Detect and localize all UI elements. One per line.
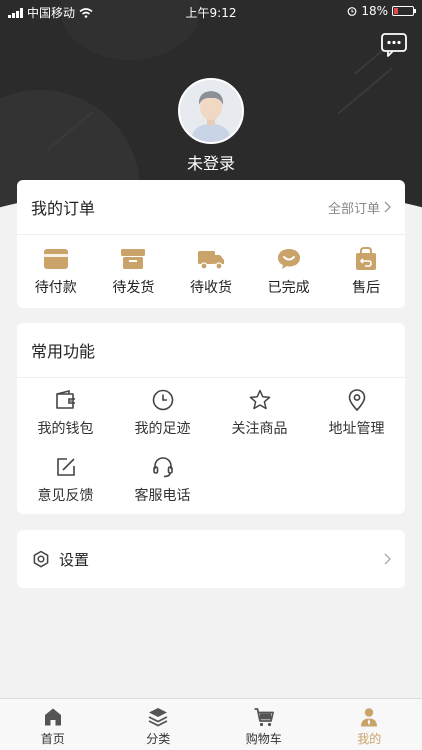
layers-icon [148,708,168,727]
cart-icon [254,708,274,727]
chat-done-icon [277,249,300,269]
box-icon [121,249,146,269]
settings-row[interactable]: 设置 [17,530,405,588]
feedback-item[interactable]: 意见反馈 [17,455,114,522]
wallet-card-icon [43,249,68,269]
alarm-icon [347,7,357,16]
home-icon [44,708,61,726]
order-after-sales[interactable]: 售后 [331,247,401,297]
battery-percent: 18% [361,4,388,18]
tab-cart[interactable]: 购物车 [211,699,317,750]
followed-products-item[interactable]: 关注商品 [211,388,308,455]
customer-service-item[interactable]: 客服电话 [114,455,211,522]
functions-grid: 我的钱包 我的足迹 关注商品 地址管理 意见反馈 客服电话 [17,378,405,528]
default-avatar-icon [180,80,242,142]
settings-label: 设置 [59,550,90,569]
return-bag-icon [356,247,377,270]
status-bar: 中国移动 上午9:12 18% [0,0,422,22]
battery-icon [392,6,416,16]
chevron-right-icon [384,553,391,565]
headset-icon [152,457,173,478]
tab-category[interactable]: 分类 [106,699,212,750]
order-pending-receipt[interactable]: 待收货 [176,247,246,297]
orders-card: 我的订单 全部订单 待付款 待发货 待收货 已完成 售后 [17,180,405,308]
settings-gear-icon [33,550,49,568]
orders-title: 我的订单 [31,199,96,218]
tab-home[interactable]: 首页 [0,699,106,750]
all-orders-link[interactable]: 全部订单 [328,198,391,217]
message-icon[interactable] [380,32,408,58]
order-completed[interactable]: 已完成 [254,247,324,297]
location-pin-icon [348,389,365,412]
chevron-right-icon [384,201,391,213]
login-status-text[interactable]: 未登录 [0,150,422,174]
my-wallet-item[interactable]: 我的钱包 [17,388,114,455]
functions-card: 常用功能 我的钱包 我的足迹 关注商品 地址管理 意见反馈 客服电话 [17,323,405,514]
orders-card-header: 我的订单 全部订单 [17,180,405,235]
bottom-tab-bar: 首页 分类 购物车 我的 [0,698,422,750]
functions-title: 常用功能 [31,342,96,361]
edit-icon [56,458,75,476]
order-pending-shipment[interactable]: 待发货 [98,247,168,297]
my-footprint-item[interactable]: 我的足迹 [114,388,211,455]
address-management-item[interactable]: 地址管理 [308,388,405,455]
wallet-icon [55,389,75,409]
tab-mine[interactable]: 我的 [317,699,422,750]
order-status-row: 待付款 待发货 待收货 已完成 售后 [17,235,405,297]
functions-card-header: 常用功能 [17,323,405,378]
avatar[interactable] [178,78,244,144]
star-icon [249,389,270,410]
user-icon [361,708,378,727]
truck-icon [197,251,224,270]
clock-icon [152,389,173,411]
order-pending-payment[interactable]: 待付款 [21,247,91,297]
